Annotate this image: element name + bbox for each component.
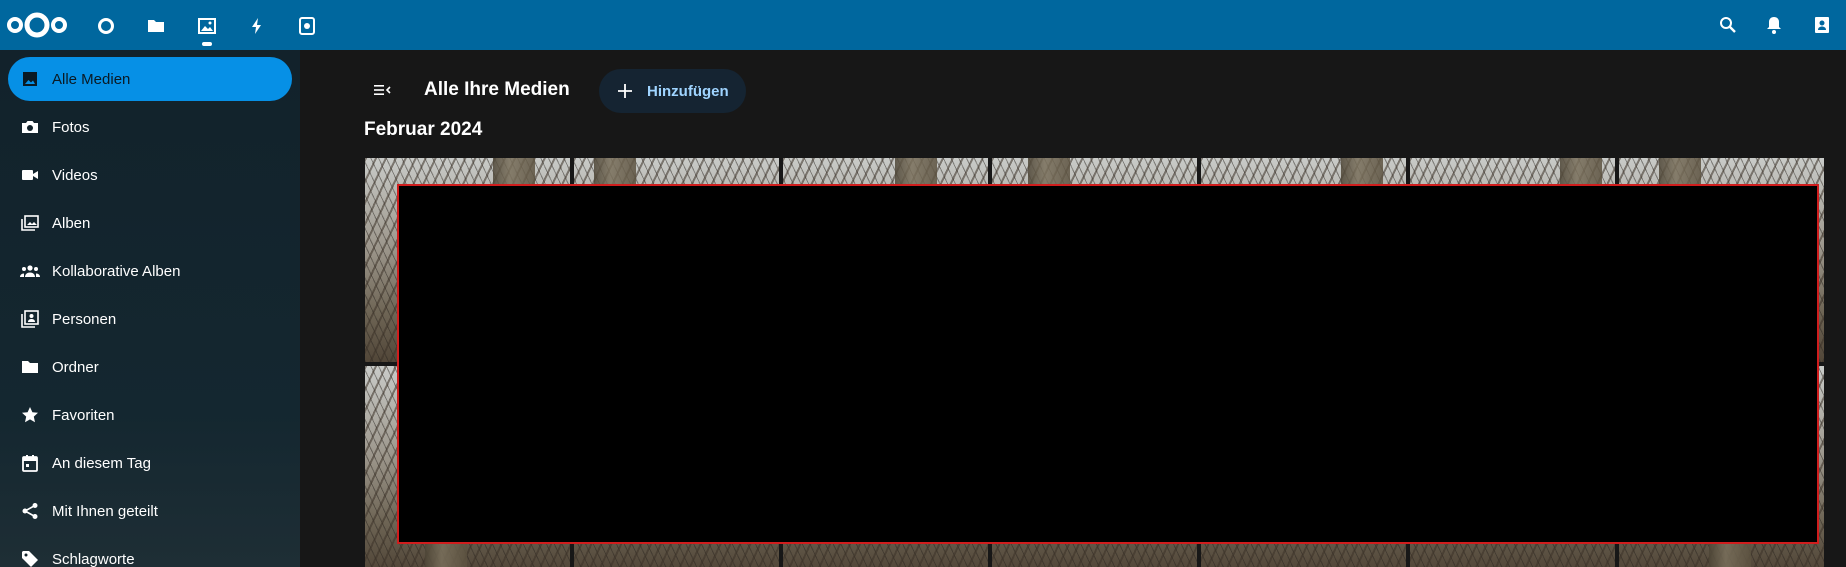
activity-icon[interactable]: [241, 10, 273, 42]
sidebar-item-label: Favoriten: [52, 406, 115, 424]
collaborative-albums-icon: [20, 261, 40, 281]
sidebar-item-label: Alben: [52, 214, 91, 232]
sidebar-navigation: Alle Medien Fotos Videos Alben Kollabora…: [0, 50, 300, 567]
sidebar-item-personen[interactable]: Personen: [8, 297, 292, 341]
page-title: Alle Ihre Medien: [424, 79, 570, 100]
sidebar-item-fotos[interactable]: Fotos: [8, 105, 292, 149]
camera-icon: [20, 117, 40, 137]
sidebar-item-label: Kollaborative Alben: [52, 262, 181, 280]
sidebar-item-label: Fotos: [52, 118, 90, 136]
sidebar-item-schlagworte[interactable]: Schlagworte: [8, 537, 292, 567]
sidebar-item-kollaborative-alben[interactable]: Kollaborative Alben: [8, 249, 292, 293]
menu-collapse-icon: [374, 85, 391, 95]
image-icon: [20, 69, 40, 89]
sidebar-item-label: Schlagworte: [52, 550, 135, 567]
sidebar-item-alle-medien[interactable]: Alle Medien: [8, 57, 292, 101]
plus-icon: [618, 84, 632, 98]
sidebar-item-mit-ihnen-geteilt[interactable]: Mit Ihnen geteilt: [8, 489, 292, 533]
share-icon: [20, 501, 40, 521]
contacts-icon[interactable]: [1806, 9, 1838, 41]
sidebar-item-videos[interactable]: Videos: [8, 153, 292, 197]
albums-icon: [20, 213, 40, 233]
nextcloud-logo[interactable]: [6, 9, 68, 41]
sidebar-item-an-diesem-tag[interactable]: An diesem Tag: [8, 441, 292, 485]
sidebar-item-alben[interactable]: Alben: [8, 201, 292, 245]
tag-icon: [20, 549, 40, 567]
add-button[interactable]: Hinzufügen: [599, 69, 746, 113]
sidebar-item-label: Personen: [52, 310, 117, 328]
people-icon: [20, 309, 40, 329]
add-button-label: Hinzufügen: [647, 82, 729, 100]
redaction-overlay: [397, 184, 1819, 544]
sidebar-item-ordner[interactable]: Ordner: [8, 345, 292, 389]
star-icon: [20, 405, 40, 425]
calendar-icon: [20, 453, 40, 473]
sidebar-item-favoriten[interactable]: Favoriten: [8, 393, 292, 437]
sidebar-item-label: Videos: [52, 166, 98, 184]
dashboard-icon[interactable]: [90, 10, 122, 42]
sidebar-item-label: Ordner: [52, 358, 99, 376]
memories-icon[interactable]: [291, 10, 323, 42]
notifications-icon[interactable]: [1758, 9, 1790, 41]
sidebar-item-label: Alle Medien: [52, 70, 131, 88]
month-heading: Februar 2024: [364, 119, 483, 140]
photos-icon[interactable]: [191, 10, 223, 42]
files-icon[interactable]: [140, 10, 172, 42]
sidebar-toggle-button[interactable]: [368, 76, 396, 104]
top-header-bar: [0, 0, 1846, 50]
video-icon: [20, 165, 40, 185]
sidebar-item-label: Mit Ihnen geteilt: [52, 502, 158, 520]
folder-icon: [20, 357, 40, 377]
sidebar-item-label: An diesem Tag: [52, 454, 151, 472]
search-icon[interactable]: [1712, 9, 1744, 41]
